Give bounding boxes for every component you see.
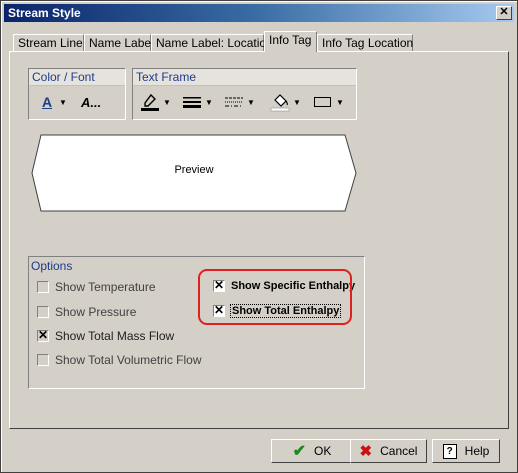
line-weight-icon	[183, 97, 201, 108]
title-bar[interactable]: Stream Style ✕	[4, 4, 514, 22]
font-color-icon: A	[41, 94, 53, 110]
help-label: Help	[464, 444, 490, 458]
red-x-icon: ✖	[359, 443, 373, 460]
help-question-icon: ?	[442, 443, 457, 459]
line-color-pen-icon	[141, 93, 159, 111]
tab-info-tag-location[interactable]: Info Tag Location	[317, 34, 413, 51]
dropdown-arrow-icon: ▼	[336, 97, 344, 107]
cancel-label: Cancel	[380, 444, 418, 458]
frame-shape-button[interactable]: ▼	[313, 91, 344, 113]
preview-label: Preview	[174, 164, 214, 176]
dropdown-arrow-icon: ▼	[59, 97, 67, 107]
line-style-icon	[225, 97, 243, 107]
window-title: Stream Style	[8, 6, 81, 20]
ok-label: OK	[314, 444, 332, 458]
line-color-button[interactable]: ▼	[139, 91, 171, 113]
dropdown-arrow-icon: ▼	[163, 97, 171, 107]
help-button[interactable]: ? Help	[432, 439, 500, 463]
stream-style-dialog: Stream Style ✕ Stream Line Name Label Na…	[0, 0, 518, 473]
checkbox-label: Show Temperature	[55, 280, 156, 294]
show-total-mass-flow-checkbox[interactable]: ✕ Show Total Mass Flow	[37, 329, 174, 343]
color-font-header: Color / Font	[29, 69, 125, 86]
dropdown-arrow-icon: ▼	[293, 97, 301, 107]
preview-area: Preview	[31, 134, 357, 212]
line-style-button[interactable]: ▼	[223, 91, 255, 113]
show-temperature-checkbox[interactable]: Show Temperature	[37, 280, 156, 294]
dropdown-arrow-icon: ▼	[247, 97, 255, 107]
dropdown-arrow-icon: ▼	[205, 97, 213, 107]
ok-button[interactable]: ✔ OK	[271, 439, 353, 463]
checkbox-box[interactable]	[37, 306, 49, 318]
line-weight-button[interactable]: ▼	[181, 91, 213, 113]
tab-stream-line[interactable]: Stream Line	[13, 34, 84, 51]
checkbox-box[interactable]: ✕	[37, 328, 49, 342]
close-button[interactable]: ✕	[496, 6, 512, 20]
checkbox-label: Show Pressure	[55, 305, 137, 319]
checkmark-icon: ✔	[292, 443, 307, 460]
font-style-icon: A...	[81, 94, 102, 110]
options-header: Options	[31, 259, 73, 273]
checkbox-box[interactable]	[37, 281, 49, 293]
cancel-button[interactable]: ✖ Cancel	[350, 439, 427, 463]
checkbox-label: Show Total Mass Flow	[55, 329, 175, 343]
show-pressure-checkbox[interactable]: Show Pressure	[37, 305, 136, 319]
text-frame-header: Text Frame	[133, 69, 356, 86]
fill-color-bucket-icon	[270, 94, 290, 112]
fill-color-button[interactable]: ▼	[269, 91, 301, 113]
text-frame-group: Text Frame ▼ ▼ ▼ ▼ ▼	[132, 68, 357, 120]
show-total-volumetric-flow-checkbox[interactable]: Show Total Volumetric Flow	[37, 353, 202, 367]
tab-name-label[interactable]: Name Label	[84, 34, 154, 51]
frame-shape-icon	[314, 97, 331, 107]
tab-info-tag[interactable]: Info Tag	[264, 31, 317, 52]
checkmark-x-icon: ✕	[38, 328, 49, 342]
color-font-group: Color / Font A ▼ A...	[28, 68, 126, 120]
font-style-button[interactable]: A...	[81, 91, 101, 113]
font-color-button[interactable]: A ▼	[37, 91, 67, 113]
checkbox-label: Show Total Volumetric Flow	[55, 353, 202, 367]
tab-name-label-location[interactable]: Name Label: Location	[151, 34, 273, 51]
red-highlight-circle	[198, 269, 352, 325]
checkbox-box[interactable]	[37, 354, 49, 366]
